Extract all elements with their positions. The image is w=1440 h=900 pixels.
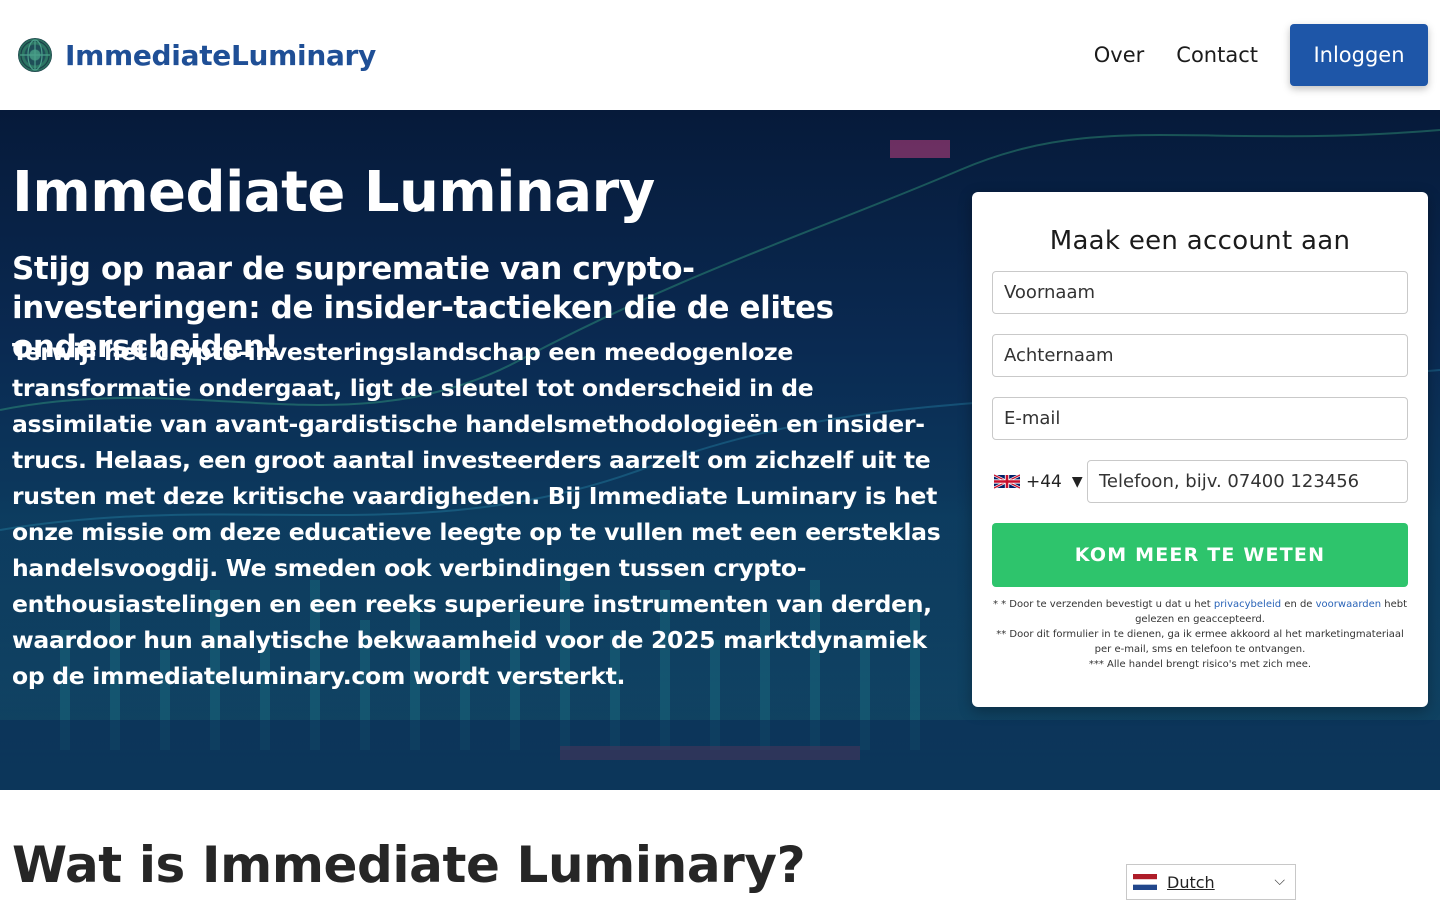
nav-link-over[interactable]: Over [1094,24,1145,86]
login-button[interactable]: Inloggen [1290,24,1428,86]
chevron-down-icon: ⌵ [1274,873,1285,889]
uk-flag-icon [994,474,1020,489]
dropdown-arrow-icon: ▼ [1071,473,1083,490]
logo-text: ImmediateLuminary [65,38,377,72]
form-title: Maak een account aan [1049,226,1351,256]
language-selector[interactable]: Dutch ⌵ [1126,864,1296,900]
site-header: ImmediateLuminary Over Contact Inloggen [0,0,1440,110]
disclaimer-line-2: ** Door dit formulier in te dienen, ga i… [996,629,1404,655]
hero-body: Terwijl het crypto-investeringslandschap… [12,338,941,690]
last-name-input[interactable]: Achternaam [992,334,1408,377]
nl-flag-icon [1133,874,1157,890]
logo[interactable]: ImmediateLuminary [18,38,376,72]
language-label: Dutch [1167,872,1215,892]
phone-input[interactable]: Telefoon, bijv. 07400 123456 [1087,460,1408,503]
terms-link[interactable]: voorwaarden [1316,599,1381,610]
country-code: +44 [1026,471,1062,492]
disclaimer-line-1: * * Door te verzenden bevestigt u dat u … [992,597,1408,627]
email-input[interactable]: E-mail [992,397,1408,440]
disclaimer-text: en de [1281,599,1316,610]
main-nav: Over Contact Inloggen [1094,24,1428,86]
section-title: Wat is Immediate Luminary? [12,836,806,894]
hero-section: Immediate Luminary Stijg op naar de supr… [0,110,1440,790]
disclaimer-line-3: *** Alle handel brengt risico's met zich… [1088,659,1312,670]
phone-row: +44 ▼ Telefoon, bijv. 07400 123456 [992,460,1408,503]
disclaimer-text: * * Door te verzenden bevestigt u dat u … [992,599,1214,610]
nav-link-contact[interactable]: Contact [1176,24,1258,86]
country-code-select[interactable]: +44 ▼ [992,460,1086,503]
hero-title: Immediate Luminary [12,160,655,225]
signup-form: Maak een account aan Voornaam Achternaam… [972,192,1428,707]
form-disclaimer: * * Door te verzenden bevestigt u dat u … [992,597,1408,672]
privacy-link[interactable]: privacybeleid [1214,599,1281,610]
first-name-input[interactable]: Voornaam [992,271,1408,314]
submit-button[interactable]: KOM MEER TE WETEN [992,523,1408,587]
globe-logo-icon [18,38,52,72]
